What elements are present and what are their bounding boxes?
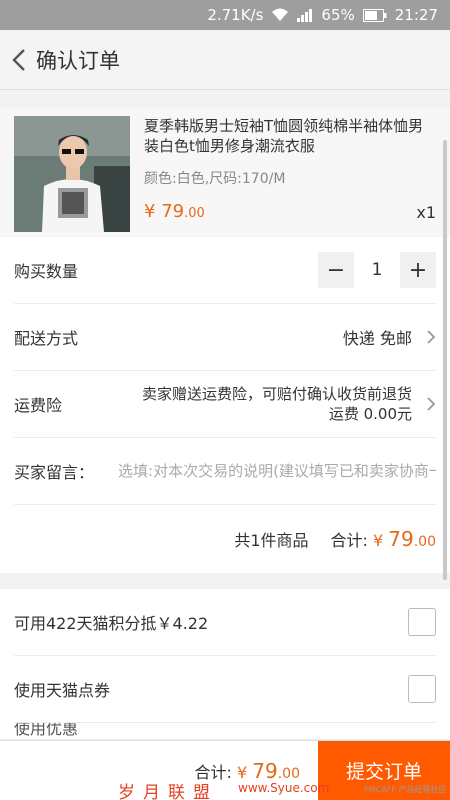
delivery-row[interactable]: 配送方式 快递 免邮 bbox=[14, 304, 436, 371]
partial-label: 使用优惠 bbox=[14, 723, 79, 738]
submit-order-button[interactable]: 提交订单 bbox=[318, 740, 450, 800]
subtotal-symbol: ¥ bbox=[373, 530, 384, 550]
subtotal-price: ¥ 79.00 bbox=[368, 527, 436, 551]
network-speed: 2.71K/s bbox=[207, 6, 264, 24]
product-qty: x1 bbox=[416, 203, 436, 222]
battery-icon bbox=[362, 8, 387, 22]
benefits-section: 可用422天猫积分抵￥4.22 使用天猫点券 使用优惠 bbox=[0, 589, 450, 739]
quantity-value: 1 bbox=[371, 260, 383, 280]
clock: 21:27 bbox=[394, 6, 438, 24]
points-checkbox[interactable] bbox=[408, 608, 436, 636]
scrollbar[interactable] bbox=[443, 140, 447, 580]
delivery-value: 快递 免邮 bbox=[342, 329, 412, 348]
item-count: 共1件商品 bbox=[234, 530, 309, 550]
product-card[interactable]: 夏季韩版男士短袖T恤圆领纯棉半袖体恤男装白色t恤男修身潮流衣服 颜色:白色,尺码… bbox=[0, 108, 450, 236]
back-button[interactable] bbox=[4, 30, 34, 90]
chevron-right-icon bbox=[427, 397, 436, 411]
product-info: 夏季韩版男士短袖T恤圆领纯棉半袖体恤男装白色t恤男修身潮流衣服 颜色:白色,尺码… bbox=[144, 116, 436, 228]
bottom-dec: .00 bbox=[277, 765, 300, 782]
message-label: 买家留言： bbox=[14, 463, 95, 482]
insurance-row[interactable]: 运费险 卖家赠送运费险，可赔付确认收货前退货 运费 0.00元 bbox=[14, 371, 436, 438]
insurance-line1: 卖家赠送运费险，可赔付确认收货前退货 bbox=[141, 385, 412, 403]
bottom-total-price: ¥ 79.00 bbox=[232, 759, 300, 783]
partial-row: 使用优惠 bbox=[14, 723, 436, 739]
subtotal-int: 79 bbox=[388, 526, 414, 551]
coupon-label: 使用天猫点券 bbox=[14, 681, 111, 700]
bottom-bar: 合计: ¥ 79.00 提交订单 bbox=[0, 740, 450, 800]
signal-icon bbox=[297, 8, 313, 22]
page-title: 确认订单 bbox=[36, 48, 120, 73]
subtotal-dec: .00 bbox=[413, 533, 436, 550]
insurance-text: 卖家赠送运费险，可赔付确认收货前退货 运费 0.00元 bbox=[142, 384, 412, 424]
order-details: 购买数量 − 1 + 配送方式 快递 免邮 运费险 卖家赠送运费险，可赔付确认收… bbox=[0, 237, 450, 573]
chevron-left-icon bbox=[12, 48, 25, 71]
nav-bar: 确认订单 bbox=[0, 30, 450, 90]
product-price: ¥ 79.00 bbox=[144, 201, 205, 222]
insurance-line2: 运费 0.00元 bbox=[328, 405, 412, 423]
plus-button[interactable]: + bbox=[400, 252, 436, 288]
quantity-label: 购买数量 bbox=[14, 262, 79, 281]
price-dec: .00 bbox=[184, 206, 205, 221]
subtotal-label: 合计: bbox=[330, 530, 368, 550]
subtotal-row: 共1件商品 合计: ¥ 79.00 bbox=[14, 505, 436, 572]
quantity-stepper: − 1 + bbox=[318, 252, 436, 288]
bottom-symbol: ¥ bbox=[237, 762, 248, 782]
bottom-total: 合计: ¥ 79.00 bbox=[195, 759, 301, 783]
points-label: 可用422天猫积分抵￥4.22 bbox=[14, 614, 209, 633]
chevron-right-icon bbox=[427, 330, 436, 344]
battery-percent: 65% bbox=[321, 6, 355, 24]
bottom-int: 79 bbox=[252, 758, 278, 783]
points-row[interactable]: 可用422天猫积分抵￥4.22 bbox=[14, 589, 436, 656]
bottom-total-label: 合计: bbox=[194, 762, 232, 782]
status-bar: 2.71K/s 65% 21:27 bbox=[0, 0, 450, 30]
wifi-icon bbox=[271, 8, 289, 22]
insurance-label: 运费险 bbox=[14, 396, 63, 415]
coupon-checkbox[interactable] bbox=[408, 675, 436, 703]
minus-button[interactable]: − bbox=[318, 252, 354, 288]
product-spec: 颜色:白色,尺码:170/M bbox=[144, 171, 286, 187]
product-image bbox=[14, 116, 130, 232]
price-int: 79 bbox=[161, 201, 185, 222]
product-name: 夏季韩版男士短袖T恤圆领纯棉半袖体恤男装白色t恤男修身潮流衣服 bbox=[144, 117, 424, 155]
delivery-label: 配送方式 bbox=[14, 329, 79, 348]
message-input[interactable] bbox=[118, 462, 436, 480]
coupon-row[interactable]: 使用天猫点券 bbox=[14, 656, 436, 723]
price-symbol: ¥ bbox=[144, 201, 156, 222]
quantity-row: 购买数量 − 1 + bbox=[14, 237, 436, 304]
message-row: 买家留言： bbox=[14, 438, 436, 505]
